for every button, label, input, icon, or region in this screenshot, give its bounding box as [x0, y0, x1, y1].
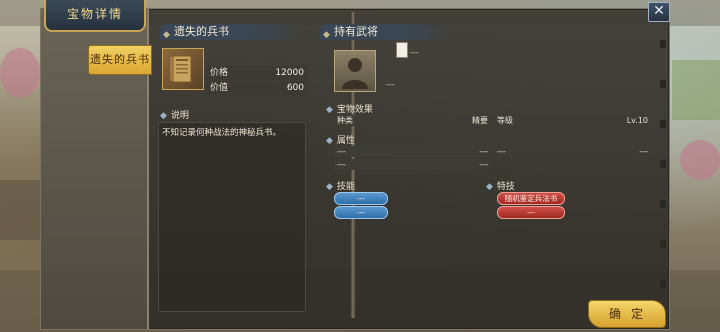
description-label-text: 说明: [170, 111, 189, 121]
attribute-left-key: ---: [337, 147, 346, 156]
holder-sub: ---: [386, 80, 395, 89]
card-icon: [396, 42, 408, 58]
effect-level-key: 等级: [497, 116, 513, 125]
attribute-cell: --- ---: [334, 159, 492, 170]
attribute-left-value-2: ---: [479, 160, 488, 169]
left-section-title: 遗失的兵书: [174, 25, 229, 38]
close-button[interactable]: ✕: [648, 2, 670, 22]
price-value: 12000: [275, 68, 304, 78]
diamond-bullet-icon: ◆: [486, 182, 493, 192]
effect-type-row: 种类 精要: [334, 115, 492, 126]
skill-slot-1[interactable]: ---: [334, 192, 388, 205]
special-slot-2[interactable]: ---: [497, 206, 565, 219]
attribute-right-value: ---: [639, 147, 648, 156]
attribute-right-key: ---: [497, 147, 506, 156]
value-row: 价值 600: [206, 81, 308, 95]
special-label-text: 特技: [496, 182, 515, 192]
effect-level-row: 等级 Lv.10: [494, 115, 652, 126]
attributes-label: ◆ 属性: [326, 133, 355, 146]
general-portrait[interactable]: [334, 50, 376, 92]
left-section-header: ◆ 遗失的兵书: [160, 24, 304, 40]
description-text: 不知记录何种战法的神秘兵书。: [162, 128, 282, 138]
attributes-label-text: 属性: [336, 136, 355, 146]
attribute-left-key-2: ---: [337, 160, 346, 169]
skills-label: ◆ 技能: [326, 179, 355, 192]
attribute-left-value: ---: [479, 147, 488, 156]
diamond-bullet-icon: ◆: [160, 111, 167, 121]
skills-label-text: 技能: [336, 182, 355, 192]
value-label: 价值: [210, 83, 229, 93]
effect-level-value: Lv.10: [626, 116, 648, 125]
description-label: ◆ 说明: [160, 108, 189, 121]
diamond-icon: ◆: [163, 30, 170, 40]
attribute-cell: --- ---: [494, 146, 652, 157]
description-box: [158, 122, 306, 312]
diamond-bullet-icon: ◆: [326, 105, 333, 115]
window-title: 宝物详情: [44, 0, 146, 32]
diamond-bullet-icon: ◆: [326, 182, 333, 192]
effect-type-key: 种类: [337, 116, 353, 125]
attribute-cell: --- ---: [334, 146, 492, 157]
person-silhouette-icon: [342, 58, 368, 89]
effect-type-value: 精要: [472, 116, 488, 125]
diamond-bullet-icon: ◆: [326, 136, 333, 146]
confirm-button[interactable]: 确定: [588, 300, 666, 328]
holder-name: ---: [410, 48, 419, 57]
price-row: 价格 12000: [206, 66, 308, 80]
diamond-icon: ◆: [323, 30, 330, 40]
effect-label: ◆ 宝物效果: [326, 102, 373, 115]
value-value: 600: [286, 83, 304, 93]
special-slot-1[interactable]: 随机鉴定兵法书: [497, 192, 565, 205]
side-tab-lost-book[interactable]: 遗失的兵书: [88, 45, 152, 75]
scroll-book-icon[interactable]: [162, 48, 204, 90]
right-section-title: 持有武将: [334, 25, 378, 38]
special-label: ◆ 特技: [486, 179, 515, 192]
right-section-header: ◆ 持有武将: [320, 24, 454, 40]
price-label: 价格: [210, 68, 229, 78]
effect-label-text: 宝物效果: [336, 105, 373, 115]
skill-slot-2[interactable]: ---: [334, 206, 388, 219]
